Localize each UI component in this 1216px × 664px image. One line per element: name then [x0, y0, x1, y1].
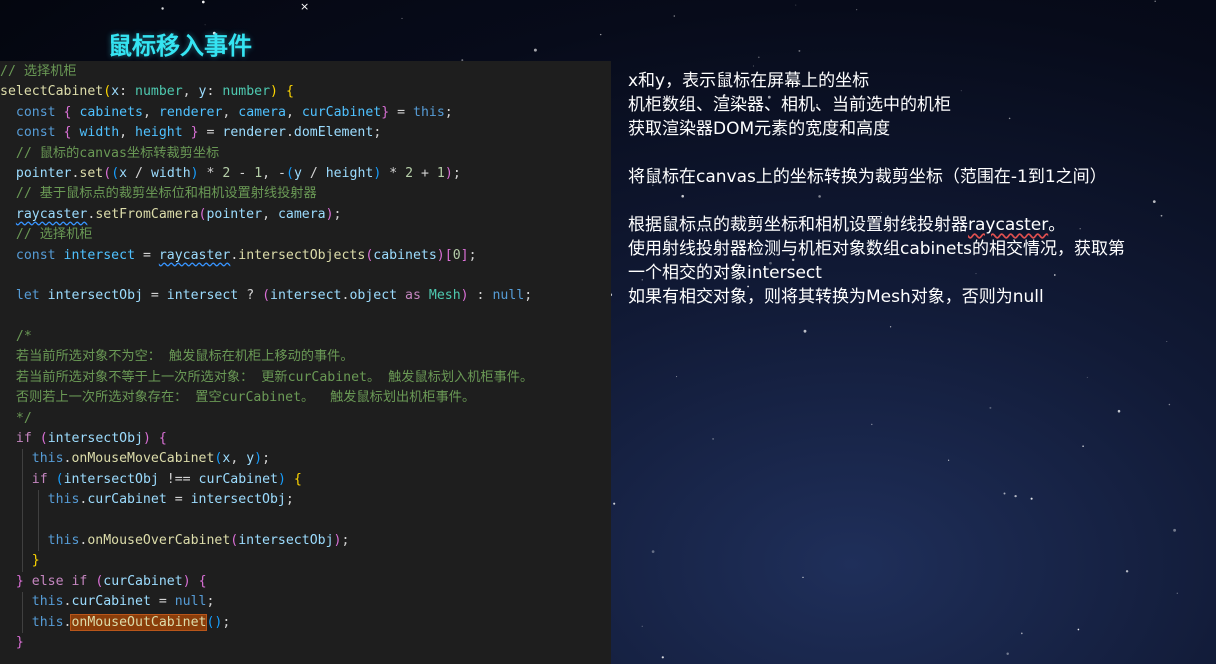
star: [712, 437, 715, 440]
star: [161, 7, 164, 10]
code-line: if (intersectObj !== curCabinet) {: [0, 469, 611, 491]
star: [856, 9, 858, 11]
code-line: this.onMouseOutCabinet();: [0, 612, 611, 633]
note-coordinates: x和y，表示鼠标在屏幕上的坐标: [628, 71, 870, 91]
star: [989, 406, 992, 409]
code-line: // 基于鼠标点的裁剪坐标位和相机设置射线投射器: [15, 186, 317, 202]
star: [947, 459, 950, 461]
code-line: const intersect = raycaster.intersectObj…: [15, 247, 477, 263]
code-line: let intersectObj = intersect ? (intersec…: [15, 288, 533, 304]
code-line: // 鼠标的canvas坐标转裁剪坐标: [15, 145, 220, 161]
code-editor-panel: // 选择机柜 selectCabinet(x: number, y: numb…: [0, 61, 611, 664]
note-raycaster-prefix: 根据鼠标点的裁剪坐标和相机设置射线投射器: [628, 215, 968, 235]
code-lines: // 选择机柜 selectCabinet(x: number, y: numb…: [0, 62, 611, 653]
code-line: 若当前所选对象不为空： 触发鼠标在机柜上移动的事件。: [0, 349, 354, 365]
star: [871, 423, 873, 426]
star: [1117, 409, 1121, 413]
note-clip-coords: 将鼠标在canvas上的坐标转换为裁剪坐标（范围在-1到1之间）: [628, 167, 1107, 187]
code-line: selectCabinet(x: number, y: number) {: [0, 84, 294, 100]
code-line: this.curCabinet = intersectObj;: [0, 490, 611, 511]
star: [401, 17, 403, 19]
star: [802, 576, 804, 579]
code-line: [0, 510, 611, 531]
star: [1154, 0, 1156, 2]
star: [599, 33, 602, 36]
star: [1014, 494, 1017, 498]
note-raycaster: 根据鼠标点的裁剪坐标和相机设置射线投射器raycaster。: [628, 213, 1213, 237]
code-line: /*: [0, 329, 32, 345]
note-spacer: [628, 189, 1213, 213]
star: [798, 49, 801, 52]
star: [676, 376, 678, 378]
star: [1166, 341, 1168, 343]
star: [757, 56, 760, 59]
star: [641, 625, 643, 627]
slide-title: 鼠标移入事件: [108, 32, 252, 60]
star: [1173, 528, 1177, 532]
note-raycaster-suffix: 。: [1048, 215, 1066, 235]
star: [1176, 592, 1178, 594]
star: [1020, 632, 1023, 635]
star: [1003, 492, 1006, 495]
note-raycaster-word: raycaster: [968, 215, 1049, 235]
code-line: const { cabinets, renderer, camera, curC…: [15, 104, 453, 120]
star: [1082, 445, 1084, 447]
star: [1125, 570, 1129, 573]
code-line: 若当前所选对象不等于上一次所选对象： 更新curCabinet。 触发鼠标划入机…: [0, 369, 534, 385]
mouse-cursor-icon: ×: [300, 0, 310, 13]
star: [752, 65, 754, 67]
code-line: } else if (curCabinet) {: [15, 573, 207, 589]
code-comment: // 选择机柜: [0, 64, 77, 79]
star: [673, 15, 676, 17]
star: [201, 0, 205, 4]
star: [533, 48, 537, 52]
star: [889, 326, 892, 328]
star: [1086, 376, 1088, 378]
code-line: if (intersectObj) {: [15, 431, 167, 447]
code-line: this.onMouseOverCabinet(intersectObj);: [0, 530, 611, 552]
note-dom-size: 获取渲染器DOM元素的宽度和高度: [628, 119, 891, 139]
star: [1006, 652, 1009, 655]
star: [803, 329, 807, 333]
star: [1030, 497, 1033, 500]
star: [1077, 628, 1080, 631]
code-line: */: [0, 410, 32, 426]
star: [661, 656, 664, 659]
code-line: // 选择机柜: [15, 227, 93, 243]
code-line: raycaster.setFromCamera(pointer, camera)…: [15, 206, 342, 222]
explanation-notes: x和y，表示鼠标在屏幕上的坐标 机柜数组、渲染器、相机、当前选中的机柜 获取渲染…: [628, 69, 1213, 309]
code-line: this.curCabinet = null;: [0, 592, 611, 613]
star: [651, 550, 655, 553]
code-line: this.onMouseMoveCabinet(x, y);: [0, 449, 611, 470]
note-intersect-cont: 一个相交的对象intersect: [628, 263, 822, 283]
code-line: }: [15, 634, 24, 650]
star: [613, 502, 616, 505]
note-mesh: 如果有相交对象，则将其转换为Mesh对象，否则为null: [628, 287, 1044, 307]
code-line: }: [0, 551, 611, 572]
star: [795, 4, 797, 6]
code-line: const { width, height } = renderer.domEl…: [15, 125, 382, 141]
note-intersect: 使用射线投射器检测与机柜对象数组cabinets的相交情况，获取第: [628, 239, 1126, 259]
code-line: pointer.set((x / width) * 2 - 1, -(y / h…: [15, 165, 461, 181]
note-spacer: [628, 141, 1213, 165]
code-line: // 选择机柜: [0, 62, 611, 82]
star: [1168, 403, 1171, 406]
code-line: 否则若上一次所选对象存在： 置空curCabinet。 触发鼠标划出机柜事件。: [0, 390, 476, 406]
note-destructure: 机柜数组、渲染器、相机、当前选中的机柜: [628, 95, 951, 115]
